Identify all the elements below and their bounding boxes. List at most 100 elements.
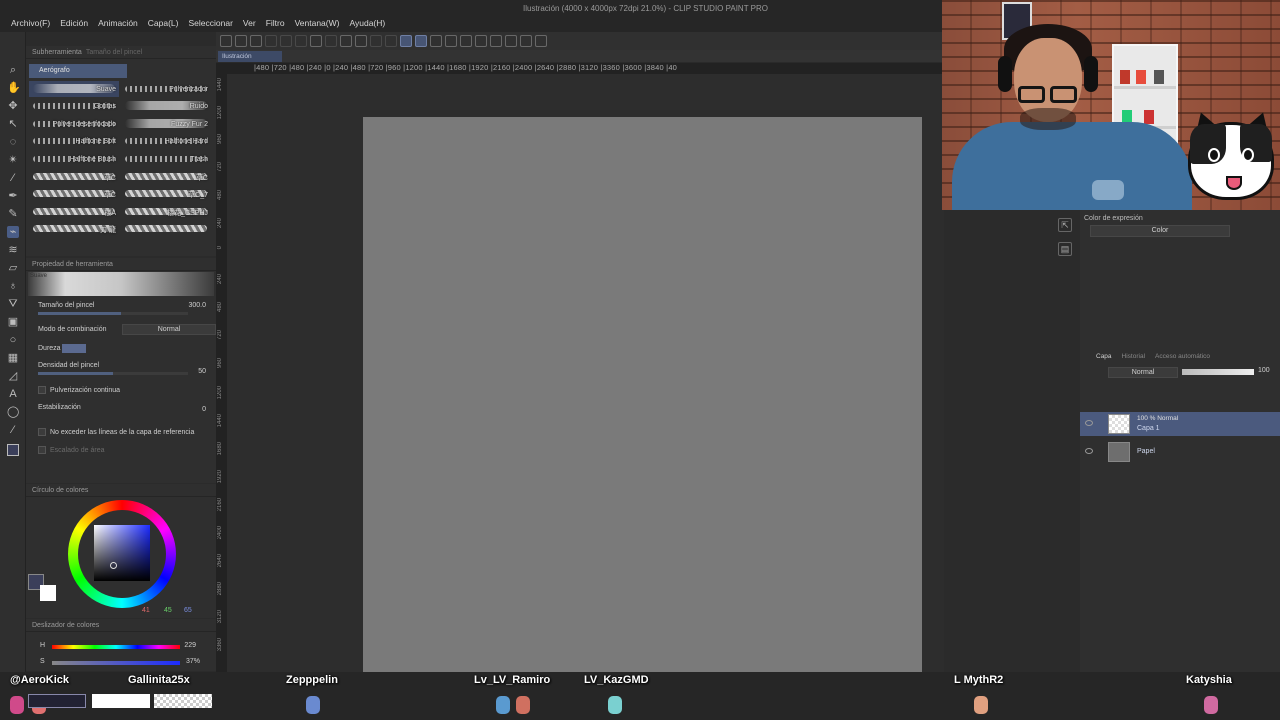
invert-select-icon[interactable]	[385, 35, 397, 47]
brush-item[interactable]: Suave	[29, 81, 119, 97]
brush-item[interactable]: 草C_7	[121, 185, 211, 201]
rotate-icon[interactable]	[460, 35, 472, 47]
document-tab[interactable]: Ilustración	[218, 51, 282, 62]
hardness-slider[interactable]	[62, 344, 86, 353]
correct-line-tool-icon[interactable]: ⁄	[7, 424, 19, 436]
undo-icon[interactable]	[280, 35, 292, 47]
blend-tool-icon[interactable]: ♁	[7, 280, 19, 292]
balloon-tool-icon[interactable]: ◯	[7, 406, 19, 418]
sub-color-chip[interactable]	[40, 585, 56, 601]
brush-item[interactable]: Ruido	[121, 98, 211, 114]
menu-ayuda[interactable]: Ayuda(H)	[344, 18, 390, 28]
move-tool-icon[interactable]: ✥	[7, 100, 19, 112]
pencil-tool-icon[interactable]: ✎	[7, 208, 19, 220]
hardness-row[interactable]: Dureza	[38, 344, 208, 353]
redo-icon[interactable]	[295, 35, 307, 47]
brush-item[interactable]: 草C	[29, 185, 119, 201]
home-icon[interactable]	[220, 35, 232, 47]
clear-icon[interactable]	[325, 35, 337, 47]
brush-item[interactable]: Gotitas	[29, 98, 119, 114]
brush-item[interactable]: 楼A	[29, 203, 119, 219]
brush-size-row[interactable]: Tamaño del pincel 300.0	[38, 302, 208, 315]
snap-grid-icon[interactable]	[430, 35, 442, 47]
brush-size-slider[interactable]	[38, 312, 188, 315]
color-set-swatch[interactable]	[92, 694, 150, 708]
brush-size-panel-tab[interactable]: Tamaño del pincel	[86, 49, 142, 56]
frame-tool-icon[interactable]: ▦	[7, 352, 19, 364]
menu-filtro[interactable]: Filtro	[261, 18, 290, 28]
color-slider-title[interactable]: Deslizador de colores	[32, 622, 99, 629]
color-set-swatch[interactable]	[28, 694, 86, 708]
brush-item[interactable]: 楼花_CSPHJ	[121, 203, 211, 219]
density-row[interactable]: Densidad del pincel 50	[38, 362, 208, 375]
menu-seleccionar[interactable]: Seleccionar	[184, 18, 238, 28]
reset-icon[interactable]	[505, 35, 517, 47]
area-scaling-checkbox[interactable]	[38, 446, 46, 454]
area-scaling-row[interactable]: Escalado de área	[38, 446, 208, 454]
layer-blend-mode-select[interactable]: Normal	[1108, 367, 1178, 378]
brush-item[interactable]: Halftone Brush	[29, 151, 119, 167]
zoom-tool-icon[interactable]: ⌕	[7, 64, 19, 76]
crop-icon[interactable]	[355, 35, 367, 47]
density-slider[interactable]	[38, 372, 188, 375]
transform-icon[interactable]	[340, 35, 352, 47]
stabilization-row[interactable]: Estabilización 0	[38, 404, 208, 413]
ref-layer-checkbox[interactable]	[38, 428, 46, 436]
tool-property-title[interactable]: Propiedad de herramienta	[32, 261, 113, 268]
tab-auto-action[interactable]: Acceso automático	[1155, 353, 1210, 365]
menu-archivo[interactable]: Archivo(F)	[6, 18, 55, 28]
blend-mode-select[interactable]: Normal	[122, 324, 216, 335]
brush-item[interactable]: Fuzzy Fur 2	[121, 116, 211, 132]
layer-row-capa-1[interactable]: 100 % Normal Capa 1	[1080, 412, 1280, 436]
layer-name[interactable]: Capa 1	[1137, 425, 1160, 432]
snap-ruler-icon[interactable]	[400, 35, 412, 47]
continuous-spray-row[interactable]: Pulverización continua	[38, 386, 208, 394]
memo-icon[interactable]	[535, 35, 547, 47]
eraser-tool-icon[interactable]: ▱	[7, 262, 19, 274]
airbrush-tool-icon[interactable]: ⌁	[7, 226, 19, 238]
brush-size-value[interactable]: 300.0	[188, 302, 206, 309]
color-wheel-title[interactable]: Círculo de colores	[32, 487, 88, 494]
color-set-swatch[interactable]	[154, 694, 212, 708]
menu-ver[interactable]: Ver	[238, 18, 261, 28]
expression-color-select[interactable]: Color	[1090, 225, 1230, 237]
canvas-paper[interactable]	[363, 117, 922, 676]
brush-item[interactable]	[121, 220, 211, 236]
figure-tool-icon[interactable]: ○	[7, 334, 19, 346]
save-icon[interactable]	[265, 35, 277, 47]
saturation-slider[interactable]	[52, 661, 180, 665]
menu-capa[interactable]: Capa(L)	[143, 18, 184, 28]
visibility-eye-icon[interactable]	[1085, 448, 1093, 454]
menu-edicion[interactable]: Edición	[55, 18, 93, 28]
fill-tool-icon[interactable]: ⛛	[7, 298, 19, 310]
tab-layer[interactable]: Capa	[1096, 353, 1112, 365]
brush-item[interactable]: 草C	[121, 168, 211, 184]
main-color-swatch[interactable]	[7, 444, 19, 456]
layer-opacity-value[interactable]: 100	[1258, 367, 1270, 374]
brush-item[interactable]: Trash	[121, 151, 211, 167]
help-icon[interactable]	[475, 35, 487, 47]
auto-select-tool-icon[interactable]: ✴	[7, 154, 19, 166]
hand-tool-icon[interactable]: ✋	[7, 82, 21, 94]
subtool-panel-title[interactable]: Subherramienta	[32, 49, 82, 56]
color-cursor[interactable]	[110, 562, 117, 569]
menu-animacion[interactable]: Animación	[93, 18, 143, 28]
visibility-eye-icon[interactable]	[1085, 420, 1093, 426]
snap-special-ruler-icon[interactable]	[415, 35, 427, 47]
brush-item[interactable]: Halftone Hard	[121, 133, 211, 149]
brush-item[interactable]: 草C	[29, 168, 119, 184]
density-value[interactable]: 50	[198, 368, 206, 375]
navigator-icon[interactable]: ⇱	[1058, 218, 1072, 232]
layer-row-papel[interactable]: Papel	[1080, 440, 1280, 464]
timelapse-icon[interactable]	[520, 35, 532, 47]
tab-history[interactable]: Historial	[1122, 353, 1145, 365]
gradient-tool-icon[interactable]: ▣	[7, 316, 19, 328]
pen-tool-icon[interactable]: ✒	[7, 190, 19, 202]
ruler-tool-icon[interactable]: ◿	[7, 370, 19, 382]
operation-tool-icon[interactable]: ↖	[7, 118, 19, 130]
ref-layer-row[interactable]: No exceder las líneas de la capa de refe…	[38, 428, 208, 436]
layer-property-icon[interactable]: ▤	[1058, 242, 1072, 256]
expand-icon[interactable]	[490, 35, 502, 47]
layer-opacity-slider[interactable]	[1182, 369, 1254, 375]
brush-item[interactable]: Pulverizador	[121, 81, 211, 97]
